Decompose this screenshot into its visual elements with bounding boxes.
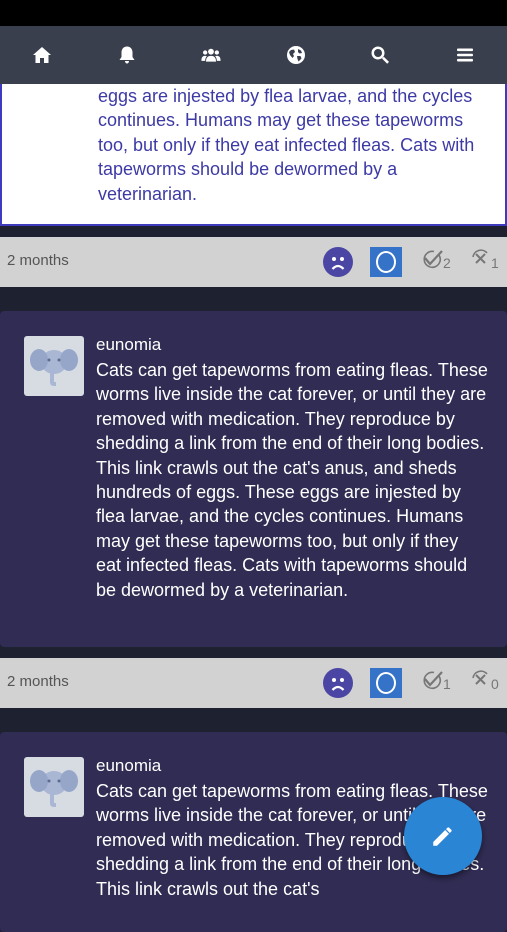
pencil-icon — [433, 827, 452, 846]
circle-o-icon — [376, 672, 396, 694]
post-username[interactable]: eunomia — [96, 335, 161, 355]
top-navbar — [0, 26, 507, 84]
home-icon — [33, 47, 52, 63]
nav-community-button[interactable] — [189, 33, 233, 77]
agree-vote-button[interactable]: 1 — [422, 670, 451, 696]
status-bar — [0, 0, 507, 26]
disagree-vote-button[interactable]: 0 — [470, 670, 499, 696]
nav-notifications-button[interactable] — [105, 33, 149, 77]
post-timestamp: 2 months — [7, 673, 69, 690]
nav-home-button[interactable] — [20, 33, 64, 77]
x-circle-icon — [472, 249, 488, 264]
post-username[interactable]: eunomia — [96, 756, 161, 776]
check-icon — [423, 250, 443, 269]
nav-explore-button[interactable] — [274, 33, 318, 77]
disagree-vote-button[interactable]: 1 — [470, 249, 499, 275]
frown-reaction-button[interactable] — [323, 668, 353, 698]
search-icon — [371, 46, 390, 64]
post-meta-bar: 2 months 1 0 — [0, 658, 507, 708]
users-icon — [201, 48, 221, 62]
post-card[interactable]: eunomia Cats can get tapeworms from eati… — [0, 311, 507, 647]
frown-reaction-button[interactable] — [323, 247, 353, 277]
avatar[interactable] — [24, 757, 84, 817]
circle-o-icon — [376, 251, 396, 273]
post-body-text: eggs are injested by flea larvae, and th… — [98, 86, 475, 204]
elephant-icon — [30, 349, 78, 386]
frown-icon — [331, 257, 345, 270]
frown-icon — [331, 678, 345, 691]
post-timestamp: 2 months — [7, 252, 69, 269]
post-meta-bar: 2 months 2 1 — [0, 237, 507, 287]
opinion-button[interactable] — [370, 668, 402, 698]
bell-icon — [119, 46, 135, 64]
avatar[interactable] — [24, 336, 84, 396]
globe-icon — [286, 46, 305, 64]
elephant-icon — [30, 770, 78, 807]
post-card-highlighted[interactable]: eggs are injested by flea larvae, and th… — [0, 84, 507, 226]
nav-search-button[interactable] — [358, 33, 402, 77]
opinion-button[interactable] — [370, 247, 402, 277]
disagree-count: 0 — [491, 676, 499, 692]
nav-menu-button[interactable] — [443, 33, 487, 77]
agree-vote-button[interactable]: 2 — [422, 249, 451, 275]
menu-icon — [456, 48, 473, 62]
post-body-text: Cats can get tapeworms from eating fleas… — [96, 360, 488, 600]
check-icon — [423, 671, 443, 690]
agree-count: 1 — [443, 676, 451, 692]
disagree-count: 1 — [491, 255, 499, 271]
compose-fab-button[interactable] — [404, 797, 482, 875]
x-circle-icon — [472, 670, 488, 685]
agree-count: 2 — [443, 255, 451, 271]
